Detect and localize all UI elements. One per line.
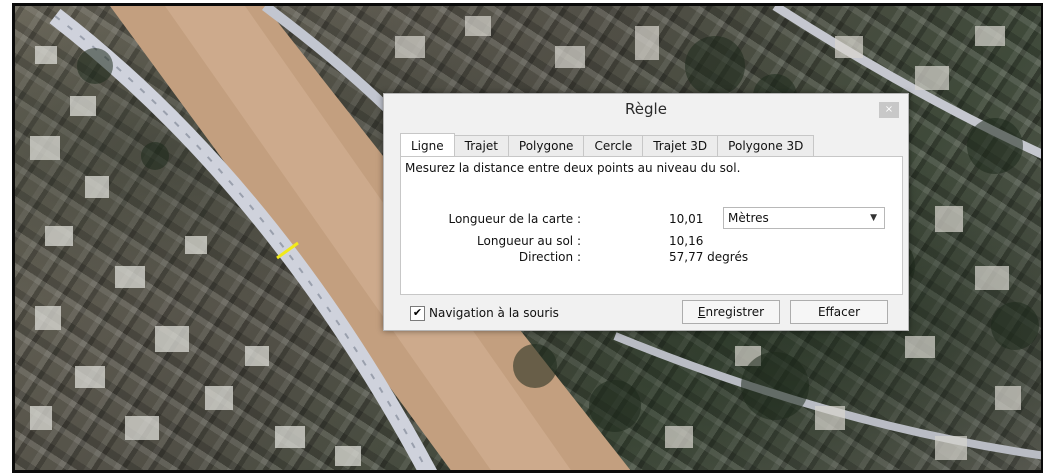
dialog-titlebar[interactable]: Règle × — [384, 94, 908, 124]
unit-select[interactable]: Mètres ▼ — [723, 207, 885, 229]
tab-ligne[interactable]: Ligne — [400, 133, 455, 156]
direction-value: 57,77 degrés — [669, 250, 749, 264]
mouse-navigation-label[interactable]: Navigation à la souris — [429, 306, 559, 320]
tab-cercle[interactable]: Cercle — [583, 135, 644, 156]
description-text: Mesurez la distance entre deux points au… — [405, 161, 741, 175]
ground-length-value: 10,16 — [669, 234, 704, 248]
dialog-title: Règle — [625, 100, 667, 118]
measurement-panel: Mesurez la distance entre deux points au… — [400, 156, 903, 295]
map-view[interactable]: Règle × Ligne Trajet Polygone Cercle Tra… — [12, 3, 1043, 473]
checkbox-check-icon[interactable]: ✔ — [410, 306, 425, 321]
tab-bar: Ligne Trajet Polygone Cercle Trajet 3D P… — [400, 133, 815, 157]
tab-trajet[interactable]: Trajet — [453, 135, 509, 156]
unit-select-value: Mètres — [728, 211, 769, 225]
tab-polygone[interactable]: Polygone — [507, 135, 585, 156]
save-button[interactable]: Enregistrer — [682, 300, 780, 324]
dialog-footer: ✔ Navigation à la souris Enregistrer Eff… — [400, 300, 903, 326]
ground-length-label: Longueur au sol : — [477, 234, 581, 248]
tab-polygone-3d[interactable]: Polygone 3D — [717, 135, 815, 156]
tab-trajet-3d[interactable]: Trajet 3D — [642, 135, 719, 156]
map-length-value: 10,01 — [669, 212, 704, 226]
clear-button[interactable]: Effacer — [790, 300, 888, 324]
dropdown-arrow-icon[interactable]: ▼ — [870, 208, 877, 228]
save-mnemonic: E — [697, 305, 706, 319]
save-label-rest: nregistrer — [705, 305, 765, 319]
map-length-label: Longueur de la carte : — [448, 212, 581, 226]
direction-label: Direction : — [518, 250, 581, 264]
close-icon[interactable]: × — [879, 102, 899, 118]
ruler-dialog: Règle × Ligne Trajet Polygone Cercle Tra… — [383, 93, 909, 331]
